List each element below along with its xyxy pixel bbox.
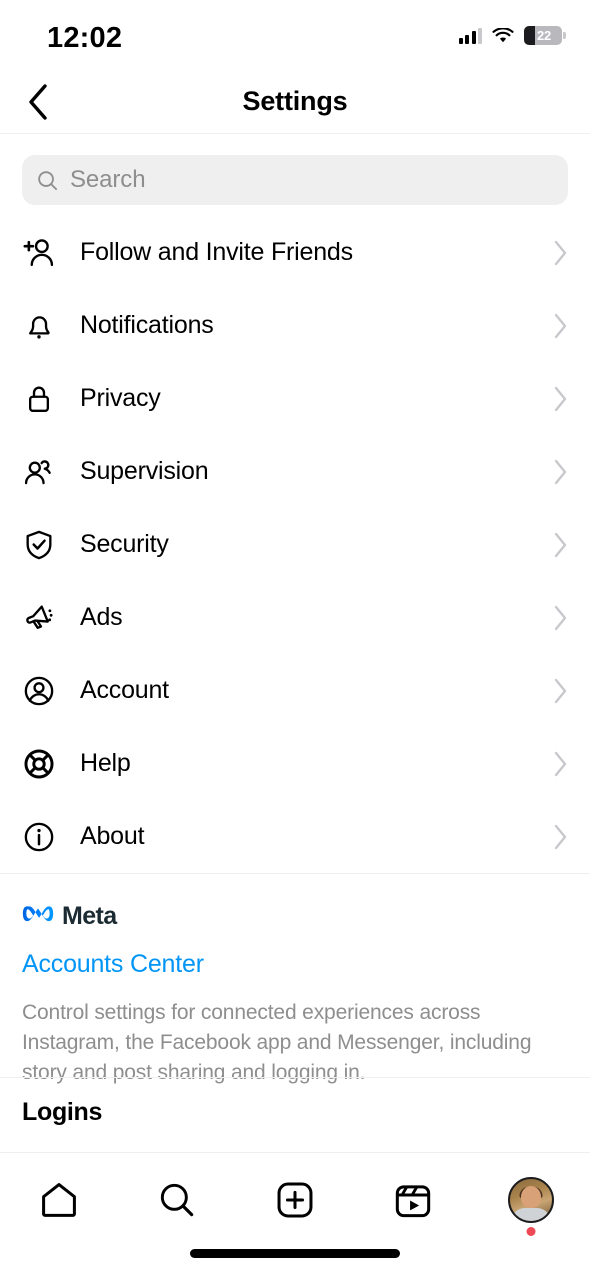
meta-description: Control settings for connected experienc… — [22, 1001, 532, 1084]
tab-reels[interactable] — [354, 1167, 472, 1233]
settings-row-notifications[interactable]: Notifications — [0, 289, 590, 362]
home-icon — [42, 1183, 76, 1217]
chevron-right-icon — [553, 605, 568, 631]
wifi-icon — [492, 26, 514, 44]
info-circle-icon — [22, 820, 66, 854]
settings-row-privacy[interactable]: Privacy — [0, 362, 590, 435]
battery-icon: 22 — [524, 26, 566, 45]
tab-profile[interactable] — [472, 1167, 590, 1236]
tab-search[interactable] — [118, 1167, 236, 1233]
settings-row-label: Supervision — [80, 457, 209, 485]
battery-level: 22 — [536, 28, 552, 43]
logins-divider — [0, 1077, 590, 1078]
settings-row-label: Account — [80, 676, 169, 704]
settings-row-label: About — [80, 822, 145, 850]
meta-brand-name: Meta — [62, 901, 117, 930]
tab-home[interactable] — [0, 1167, 118, 1233]
meta-accounts-center-section: Meta Accounts Center Control settings fo… — [0, 866, 590, 1088]
avatar-wrap — [508, 1177, 554, 1236]
search-icon — [160, 1183, 194, 1217]
lifebuoy-icon — [22, 747, 66, 781]
people-icon — [22, 455, 66, 489]
chevron-right-icon — [553, 824, 568, 850]
search-placeholder: Search — [70, 166, 146, 193]
accounts-center-link[interactable]: Accounts Center — [22, 950, 204, 979]
search-input[interactable]: Search — [22, 155, 568, 205]
settings-row-label: Ads — [80, 603, 123, 631]
chevron-right-icon — [553, 313, 568, 339]
megaphone-icon — [22, 601, 66, 635]
profile-avatar[interactable] — [508, 1177, 554, 1223]
chevron-right-icon — [553, 678, 568, 704]
page-title: Settings — [242, 86, 348, 116]
status-time: 12:02 — [47, 22, 123, 54]
settings-list: Follow and Invite Friends Notifications — [0, 216, 590, 874]
person-add-icon — [22, 236, 66, 270]
meta-infinity-logo — [22, 903, 55, 930]
chevron-right-icon — [553, 386, 568, 412]
chevron-right-icon — [553, 459, 568, 485]
reels-icon — [395, 1185, 431, 1218]
logins-section-title: Logins — [22, 1098, 103, 1126]
plus-square-icon — [277, 1182, 313, 1218]
chevron-right-icon — [553, 751, 568, 777]
chevron-right-icon — [553, 240, 568, 266]
chevron-right-icon — [553, 532, 568, 558]
settings-row-about[interactable]: About — [0, 800, 590, 873]
profile-notification-dot — [526, 1227, 536, 1236]
settings-row-security[interactable]: Security — [0, 508, 590, 581]
avatar-body — [511, 1208, 551, 1221]
settings-row-label: Security — [80, 530, 169, 558]
navigation-header: Settings — [0, 70, 590, 134]
settings-row-follow-and-invite-friends[interactable]: Follow and Invite Friends — [0, 216, 590, 289]
lock-icon — [22, 382, 66, 416]
settings-row-account[interactable]: Account — [0, 654, 590, 727]
bottom-tab-bar — [0, 1152, 590, 1280]
avatar-face — [521, 1186, 541, 1209]
settings-row-label: Help — [80, 749, 131, 777]
settings-row-label: Privacy — [80, 384, 161, 412]
account-circle-icon — [22, 674, 66, 708]
tab-create[interactable] — [236, 1167, 354, 1233]
search-icon — [38, 170, 58, 190]
bell-icon — [22, 309, 66, 343]
status-bar: 12:02 22 — [0, 0, 590, 70]
home-indicator — [190, 1249, 400, 1258]
settings-row-label: Follow and Invite Friends — [80, 238, 353, 266]
settings-row-label: Notifications — [80, 311, 214, 339]
shield-check-icon — [22, 528, 66, 562]
settings-row-help[interactable]: Help — [0, 727, 590, 800]
meta-brand: Meta — [22, 888, 568, 944]
cellular-signal-icon — [458, 27, 482, 44]
search-bar[interactable]: Search — [22, 155, 568, 205]
status-indicators: 22 — [458, 26, 566, 45]
settings-row-supervision[interactable]: Supervision — [0, 435, 590, 508]
instagram-settings-screen: 12:02 22 Settings Search Follow and Invi… — [0, 0, 590, 1280]
settings-row-ads[interactable]: Ads — [0, 581, 590, 654]
